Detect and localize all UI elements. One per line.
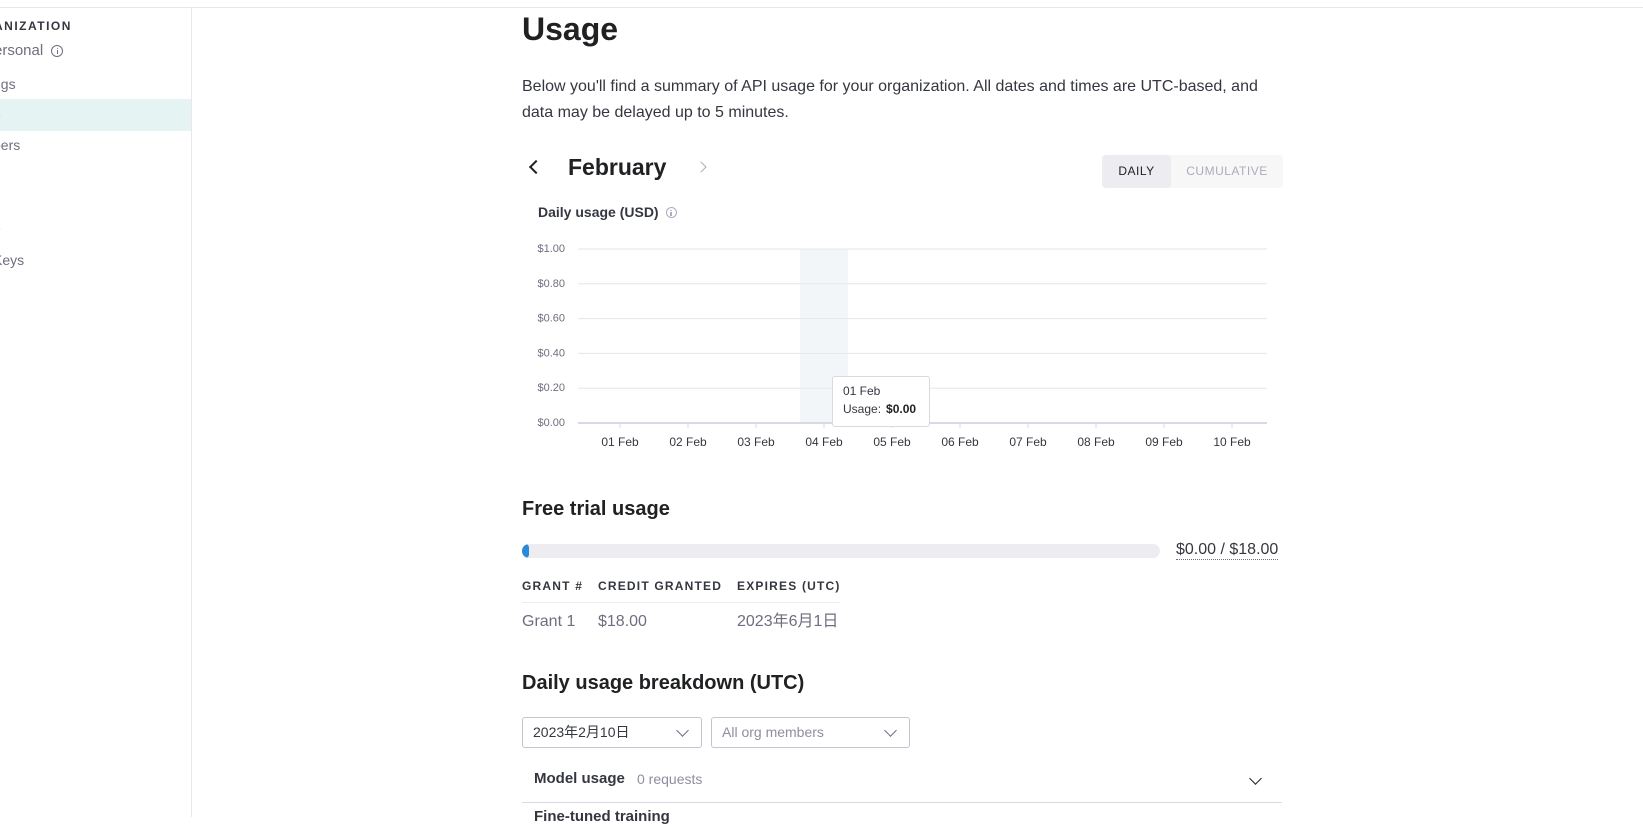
page-description: Below you'll find a summary of API usage… (522, 78, 1258, 121)
header-credit-granted: CREDIT GRANTED (598, 579, 723, 593)
y-tick-label: $0.60 (537, 313, 565, 325)
x-tick-label: 02 Feb (669, 435, 707, 449)
info-icon[interactable] (665, 206, 677, 218)
tooltip-label: Usage: (843, 402, 882, 416)
org-name[interactable]: ersonal (0, 42, 64, 59)
chevron-left-icon[interactable] (528, 160, 540, 174)
info-icon[interactable] (51, 44, 64, 57)
model-usage-count: 0 requests (637, 771, 703, 787)
date-select-value: 2023年2月10日 (533, 724, 630, 740)
free-trial-title: Free trial usage (522, 498, 670, 520)
grant-number: Grant 1 (522, 613, 576, 630)
model-usage-title: Model usage (534, 770, 625, 787)
expires-date: 2023年6月1日 (737, 613, 839, 630)
sidebar: ANIZATION ersonal ngs e bers g e Keys (0, 8, 192, 817)
free-trial-usage-label[interactable]: $0.00 / $18.00 (1176, 541, 1279, 560)
x-tick-label: 10 Feb (1213, 435, 1251, 449)
month-navigation: February DAILY CUMULATIVE (522, 150, 1283, 190)
x-tick-label: 03 Feb (737, 435, 775, 449)
y-tick-label: $0.80 (537, 278, 565, 290)
sidebar-item-api-keys[interactable]: Keys (0, 244, 191, 276)
chevron-down-icon (1249, 772, 1262, 785)
daily-toggle-button[interactable]: DAILY (1102, 155, 1171, 188)
grant-table: GRANT # CREDIT GRANTED EXPIRES (UTC) Gra… (522, 576, 840, 641)
sidebar-item-members[interactable]: bers (0, 129, 191, 161)
cumulative-toggle-button[interactable]: CUMULATIVE (1171, 155, 1283, 188)
x-tick-label: 08 Feb (1077, 435, 1115, 449)
y-tick-label: $0.20 (537, 382, 565, 394)
org-name-label: ersonal (0, 42, 44, 59)
tooltip-value: $0.00 (886, 402, 917, 416)
daily-usage-chart[interactable]: $0.00 $0.20 $0.40 $0.60 $0.80 $1.00 01 Feb 02 F… (522, 235, 1282, 465)
date-select[interactable]: 2023年2月10日 (522, 717, 702, 748)
month-label: February (568, 154, 667, 180)
credit-granted: $18.00 (598, 613, 647, 630)
x-tick-label: 04 Feb (805, 435, 843, 449)
sidebar-item-profile[interactable]: e (0, 212, 191, 244)
header-grant-number: GRANT # (522, 579, 584, 593)
member-select[interactable]: All org members (711, 717, 910, 748)
view-toggle: DAILY CUMULATIVE (1102, 155, 1283, 188)
free-trial-progress-bar (522, 544, 1160, 558)
grant-table-header: GRANT # CREDIT GRANTED EXPIRES (UTC) (522, 576, 840, 603)
table-row: Grant 1 $18.00 2023年6月1日 (522, 603, 840, 641)
fine-tuned-accordion[interactable]: Fine-tuned training (522, 806, 1282, 826)
y-tick-label: $1.00 (537, 243, 565, 255)
member-select-value: All org members (722, 724, 824, 740)
sidebar-item-settings[interactable]: ngs (0, 68, 191, 100)
top-bar (0, 0, 1643, 8)
chevron-down-icon (884, 724, 897, 737)
progress-fill (522, 544, 529, 558)
sidebar-item-billing[interactable]: g (0, 160, 191, 192)
chevron-right-icon[interactable] (697, 160, 709, 174)
x-tick-label: 07 Feb (1009, 435, 1047, 449)
page-title: Usage (522, 11, 619, 47)
tooltip-date: 01 Feb (843, 384, 881, 398)
chart-tooltip: 01 Feb Usage: $0.00 (832, 376, 930, 427)
x-tick-label: 09 Feb (1145, 435, 1183, 449)
y-tick-label: $0.00 (537, 417, 565, 429)
x-tick-label: 05 Feb (873, 435, 911, 449)
y-tick-label: $0.40 (537, 347, 565, 359)
tooltip-row: Usage: $0.00 (843, 402, 919, 416)
chart-title-label: Daily usage (USD) (538, 204, 659, 220)
chart-title: Daily usage (USD) (538, 204, 677, 220)
breakdown-title: Daily usage breakdown (UTC) (522, 672, 805, 694)
header-expires: EXPIRES (UTC) (737, 579, 841, 593)
x-tick-label: 01 Feb (601, 435, 639, 449)
sidebar-section-title: ANIZATION (0, 19, 72, 33)
sidebar-item-usage[interactable]: e (0, 99, 191, 131)
model-usage-accordion[interactable]: Model usage 0 requests (522, 760, 1282, 803)
chevron-down-icon (676, 724, 689, 737)
x-tick-label: 06 Feb (941, 435, 979, 449)
